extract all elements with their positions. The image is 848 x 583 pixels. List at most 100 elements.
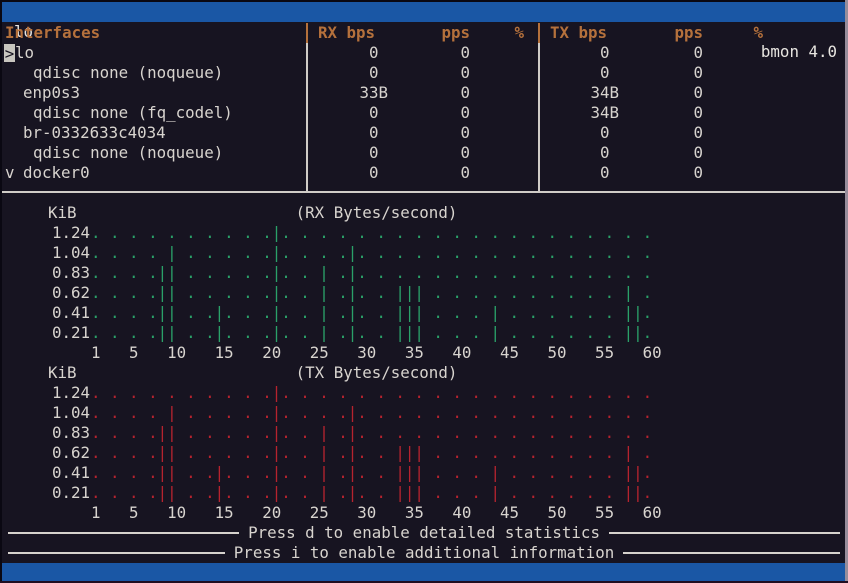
rx-graph-row: 0.83 . . . .|| . . . . .|. . | .|. . . .… xyxy=(0,263,843,283)
tx-pps-value: 0 xyxy=(629,163,703,183)
tx-graph-xaxis-row: 1 5 10 15 20 25 30 35 40 45 50 55 60 xyxy=(0,503,843,523)
rx-pct-header: % xyxy=(492,23,524,43)
column-divider-header-1 xyxy=(306,23,308,43)
rx-pps-value: 0 xyxy=(396,143,470,163)
rx-graph-cells: . . . .|| . .|. . .|. . | .|. . ||| . . … xyxy=(91,303,662,323)
tx-graph-row: 1.04 . . . . | . . . . .|. . . .|. . . .… xyxy=(0,403,843,423)
rx-pps-header: pps xyxy=(396,23,470,43)
tx-bps-value: 0 xyxy=(541,43,619,63)
tx-bps-header: TX bps xyxy=(550,23,607,43)
tx-graph-cells: . . . .|| . .|. . .|. . | .|. . ||| . . … xyxy=(91,483,662,503)
tx-unit-label: KiB xyxy=(48,363,77,383)
rx-bps-header: RX bps xyxy=(318,23,375,43)
hint-rule-right xyxy=(609,532,840,534)
rx-graph-header: KiB (RX Bytes/second) xyxy=(0,203,843,223)
tx-graph-row: 0.41 . . . .|| . .|. . .|. . | .|. . |||… xyxy=(0,463,843,483)
rx-unit-label: KiB xyxy=(48,203,77,223)
tx-graph-cells: . . . .|| . .|. . .|. . | .|. . ||| . . … xyxy=(91,463,662,483)
section-divider xyxy=(0,191,848,193)
interface-name: lo xyxy=(15,43,34,63)
table-row-lo[interactable]: > lo 0 0 0 0 xyxy=(0,43,843,63)
column-divider-2 xyxy=(538,43,540,191)
hint-rule-left xyxy=(8,552,225,554)
tx-pps-value: 0 xyxy=(629,43,703,63)
tx-graph-row: 0.83 . . . .|| . . . . .|. . | .|. . . .… xyxy=(0,423,843,443)
y-tick-label: 0.41 xyxy=(40,303,90,323)
hint-additional-info: Press i to enable additional information xyxy=(8,543,840,563)
column-divider-header-2 xyxy=(538,23,540,43)
rx-pps-value: 0 xyxy=(396,123,470,143)
tx-graph-cells: . . . . . . . . . .|. . . . . . . . . . … xyxy=(91,383,662,403)
column-divider-1 xyxy=(306,43,308,191)
hint-text: Press d to enable detailed statistics xyxy=(239,523,609,543)
qdisc-name: qdisc none (fq_codel) xyxy=(33,103,233,123)
table-row-br-bridge[interactable]: br-0332633c4034 0 0 0 0 xyxy=(0,123,843,143)
tx-pct-header: % xyxy=(731,23,763,43)
rx-bps-value: 0 xyxy=(290,63,388,83)
qdisc-name: qdisc none (noqueue) xyxy=(33,63,223,83)
rx-graph-row: 1.24 . . . . . . . . . .|. . . . . . . .… xyxy=(0,223,843,243)
y-tick-label: 1.24 xyxy=(40,223,90,243)
hint-rule-right xyxy=(623,552,840,554)
tx-x-axis-labels: 1 5 10 15 20 25 30 35 40 45 50 55 60 xyxy=(91,503,662,523)
interfaces-column-title: Interfaces xyxy=(5,23,100,43)
tx-graph-title: (TX Bytes/second) xyxy=(91,363,662,383)
rx-graph-cells: . . . .|| . .|. . .|. . | .|. . ||| . . … xyxy=(91,323,662,343)
y-tick-label: 0.21 xyxy=(40,483,90,503)
hint-rule-left xyxy=(8,532,239,534)
table-row-enp0s3[interactable]: enp0s3 33B 0 34B 0 xyxy=(0,83,843,103)
rx-pps-value: 0 xyxy=(396,103,470,123)
tx-graph-cells: . . . . | . . . . .|. . . .|. . . . . . … xyxy=(91,403,662,423)
rx-graph-xaxis-row: 1 5 10 15 20 25 30 35 40 45 50 55 60 xyxy=(0,343,843,363)
tx-bps-value: 0 xyxy=(541,63,619,83)
window-border-left xyxy=(0,0,2,583)
y-tick-label: 1.04 xyxy=(40,243,90,263)
status-bar: Wed Oct 9 21:16:56 2024 Press ? for help xyxy=(2,563,845,581)
rx-bps-value: 0 xyxy=(290,123,388,143)
rx-graph-row: 1.04 . . . . | . . . . .|. . . .|. . . .… xyxy=(0,243,843,263)
interface-name: docker0 xyxy=(23,163,90,183)
y-tick-label: 0.62 xyxy=(40,443,90,463)
tx-graph-cells: . . . .|| . . . . .|. . | .|. . ||| . . … xyxy=(91,443,662,463)
bmon-terminal-window: lo bmon 4.0 Interfaces RX bps pps % TX b… xyxy=(0,0,848,583)
table-row-enp0s3-qdisc[interactable]: qdisc none (fq_codel) 0 0 34B 0 xyxy=(0,103,843,123)
rx-bps-value: 33B xyxy=(290,83,388,103)
table-row-docker0[interactable]: v docker0 0 0 0 0 xyxy=(0,163,843,183)
y-tick-label: 0.21 xyxy=(40,323,90,343)
y-tick-label: 1.04 xyxy=(40,403,90,423)
rx-pps-value: 0 xyxy=(396,163,470,183)
tx-bps-value: 0 xyxy=(541,143,619,163)
y-tick-label: 0.83 xyxy=(40,263,90,283)
tx-bps-value: 34B xyxy=(541,83,619,103)
hint-text: Press i to enable additional information xyxy=(225,543,623,563)
tx-pps-value: 0 xyxy=(629,103,703,123)
rx-graph-title: (RX Bytes/second) xyxy=(91,203,662,223)
tx-pps-value: 0 xyxy=(629,83,703,103)
rx-graph-row: 0.41 . . . .|| . .|. . .|. . | .|. . |||… xyxy=(0,303,843,323)
rx-bps-value: 0 xyxy=(290,163,388,183)
tx-graph-header: KiB (TX Bytes/second) xyxy=(0,363,843,383)
title-bar: lo bmon 4.0 xyxy=(2,2,845,22)
interface-name: enp0s3 xyxy=(23,83,80,103)
rx-graph-row: 0.21 . . . .|| . .|. . .|. . | .|. . |||… xyxy=(0,323,843,343)
rx-graph-cells: . . . . . . . . . .|. . . . . . . . . . … xyxy=(91,223,662,243)
rx-graph-cells: . . . . | . . . . .|. . . .|. . . . . . … xyxy=(91,243,662,263)
y-tick-label: 1.24 xyxy=(40,383,90,403)
rx-graph-cells: . . . .|| . . . . .|. . | .|. . . . . . … xyxy=(91,263,662,283)
interface-name: br-0332633c4034 xyxy=(23,123,166,143)
tx-bps-value: 0 xyxy=(541,123,619,143)
tx-graph-cells: . . . .|| . . . . .|. . | .|. . . . . . … xyxy=(91,423,662,443)
selection-cursor: > xyxy=(4,44,15,62)
expand-indicator: v xyxy=(5,163,15,183)
rx-bps-value: 0 xyxy=(290,43,388,63)
rx-pps-value: 0 xyxy=(396,83,470,103)
table-row-br-qdisc[interactable]: qdisc none (noqueue) 0 0 0 0 xyxy=(0,143,843,163)
tx-graph-row: 1.24 . . . . . . . . . .|. . . . . . . .… xyxy=(0,383,843,403)
y-tick-label: 0.41 xyxy=(40,463,90,483)
table-row-lo-qdisc[interactable]: qdisc none (noqueue) 0 0 0 0 xyxy=(0,63,843,83)
qdisc-name: qdisc none (noqueue) xyxy=(33,143,223,163)
tx-pps-value: 0 xyxy=(629,143,703,163)
rx-bps-value: 0 xyxy=(290,143,388,163)
rx-graph-cells: . . . .|| . . . . .|. . | .|. . ||| . . … xyxy=(91,283,662,303)
tx-pps-value: 0 xyxy=(629,123,703,143)
